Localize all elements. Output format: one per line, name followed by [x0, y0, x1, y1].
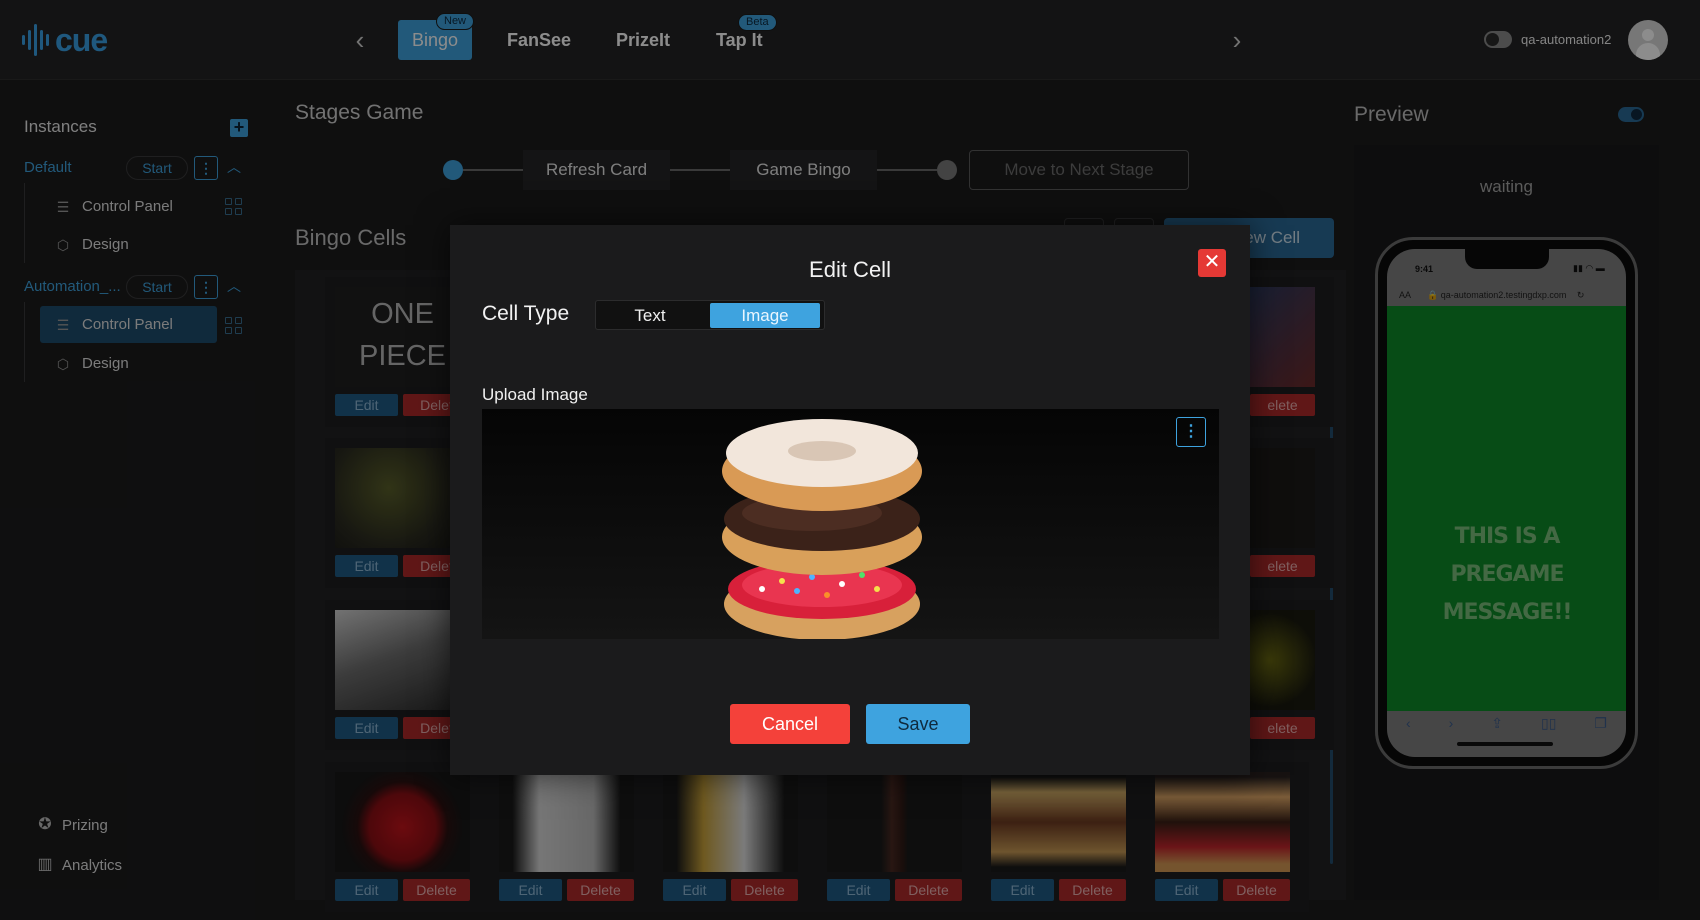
image-options-kebab-icon[interactable]: ⋮ — [1176, 417, 1206, 447]
cell-type-image-option[interactable]: Image — [710, 303, 820, 328]
cell-type-text-option[interactable]: Text — [600, 303, 700, 328]
close-icon[interactable]: ✕ — [1198, 249, 1226, 277]
edit-cell-modal: Edit Cell ✕ Cell Type Text Image Upload … — [450, 225, 1250, 775]
donut-stack-image — [722, 419, 922, 639]
cancel-button[interactable]: Cancel — [730, 704, 850, 744]
upload-image-label: Upload Image — [482, 385, 588, 404]
save-button[interactable]: Save — [866, 704, 970, 744]
cell-type-toggle: Text Image — [595, 300, 825, 330]
cell-type-label: Cell Type — [482, 302, 570, 325]
image-upload-area[interactable]: ⋮ — [482, 409, 1219, 639]
modal-title: Edit Cell — [809, 257, 891, 282]
